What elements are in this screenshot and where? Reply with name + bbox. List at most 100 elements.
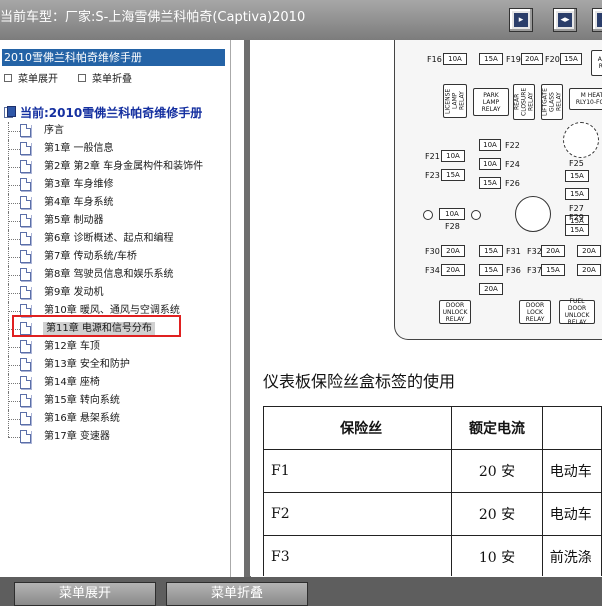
- fuse: 15A: [441, 169, 465, 181]
- document-icon: [20, 430, 31, 443]
- tree-connector: [8, 365, 20, 366]
- tree-item[interactable]: 第1章 一般信息: [0, 140, 230, 158]
- tree-connector: [8, 311, 20, 312]
- fuse: 15A: [565, 188, 589, 200]
- rating-cell: 10 安: [451, 535, 543, 576]
- tree-item-label: 第9章 发动机: [44, 287, 104, 298]
- door-lock-relay: DOOR LOCK RELAY: [519, 300, 551, 324]
- fuse: 10A: [439, 208, 465, 220]
- tree-item[interactable]: 第15章 转向系统: [0, 392, 230, 410]
- tree-item[interactable]: 第7章 传动系统/车桥: [0, 248, 230, 266]
- tree-item[interactable]: 第4章 车身系统: [0, 194, 230, 212]
- collapse-icon: [78, 73, 86, 82]
- fuel-door-unlock-relay: FUEL DOOR UNLOCK RELAY: [559, 298, 595, 326]
- fuse: 15A: [541, 264, 565, 276]
- tree-connector: [8, 149, 20, 150]
- tree-root[interactable]: 当前:2010雪佛兰科帕奇维修手册: [4, 104, 202, 121]
- tree-item-label: 第1章 一般信息: [44, 143, 114, 154]
- fuse-label: F26: [505, 179, 520, 188]
- tree-item-label: 第13章 安全和防护: [44, 359, 130, 370]
- fuse: 15A: [479, 53, 503, 65]
- vehicle-title: 当前车型：厂家:S-上海雪佛兰科帕奇(Captiva)2010: [0, 10, 306, 25]
- document-icon: [20, 268, 31, 281]
- column-header-usage: [541, 406, 602, 450]
- tree-item[interactable]: 第9章 发动机: [0, 284, 230, 302]
- park-lamp-relay: PARK LAMP RELAY: [473, 88, 509, 116]
- tree-item-label: 第4章 车身系统: [44, 197, 114, 208]
- tree-item[interactable]: 第17章 变速器: [0, 428, 230, 446]
- expand-all-button[interactable]: ▸: [509, 8, 533, 32]
- fuse-label: F24: [505, 160, 520, 169]
- tree-item-label: 第6章 诊断概述、起点和编程: [44, 233, 174, 244]
- tree-collapse-link[interactable]: 菜单折叠: [78, 70, 132, 85]
- tree-item[interactable]: 第8章 驾驶员信息和娱乐系统: [0, 266, 230, 284]
- tree-connector: [8, 428, 9, 437]
- usage-cell: 前洗涤: [541, 535, 602, 576]
- document-icon: [20, 250, 31, 263]
- menu-collapse-button[interactable]: 菜单折叠: [166, 582, 308, 606]
- table-header-row: 保险丝 额定电流: [262, 406, 602, 450]
- fuse-label: F16: [427, 55, 442, 64]
- collapse-all-button[interactable]: ◂▸: [553, 8, 577, 32]
- sync-button[interactable]: ◂: [592, 8, 602, 32]
- m-heat-relay: M HEAT RLY10-FCH: [569, 88, 602, 110]
- document-icon: [20, 358, 31, 371]
- tree-item[interactable]: 第5章 制动器: [0, 212, 230, 230]
- fuse-box-diagram: F16 10A 15A F19 20A F20 15A ACC RLY LICE…: [394, 40, 602, 340]
- fuse: 15A: [565, 170, 589, 182]
- tree-item-label: 第12章 车顶: [44, 341, 100, 352]
- tree-item[interactable]: 第10章 暖风、通风与空调系统: [0, 302, 230, 320]
- fuse: 20A: [541, 245, 565, 257]
- tree-item-label: 第14章 座椅: [44, 377, 100, 388]
- fuse-label: F28: [445, 222, 460, 231]
- fuse-label: F32: [527, 247, 542, 256]
- menu-expand-button[interactable]: 菜单展开: [14, 582, 156, 606]
- tree-item-label: 第5章 制动器: [44, 215, 104, 226]
- fuse: 20A: [521, 53, 543, 65]
- tree-item-label: 第11章 电源和信号分布: [43, 322, 155, 336]
- sync-toc-icon: ◂: [597, 13, 602, 27]
- fuse: 20A: [479, 283, 503, 295]
- tree-connector: [8, 401, 20, 402]
- tree-item[interactable]: 第13章 安全和防护: [0, 356, 230, 374]
- liftgate-glass-relay: LIFTGATE GLASS RELAY: [541, 84, 563, 120]
- tree-item[interactable]: 第11章 电源和信号分布: [0, 320, 230, 338]
- document-icon: [20, 322, 31, 335]
- tree-item-label: 第10章 暖风、通风与空调系统: [44, 305, 180, 316]
- tree-item-label: 第8章 驾驶员信息和娱乐系统: [44, 269, 174, 280]
- tree-item-label: 序言: [44, 125, 64, 136]
- tree-item[interactable]: 第14章 座椅: [0, 374, 230, 392]
- tree-item-label: 第17章 变速器: [44, 431, 110, 442]
- tree-item[interactable]: 序言: [0, 122, 230, 140]
- fuse-label: F31: [506, 247, 521, 256]
- tree-item[interactable]: 第12章 车顶: [0, 338, 230, 356]
- document-icon: [20, 376, 31, 389]
- document-icon: [20, 340, 31, 353]
- tree-item[interactable]: 第16章 悬架系统: [0, 410, 230, 428]
- fuse-label: F30: [425, 247, 440, 256]
- manual-title[interactable]: 2010雪佛兰科帕奇维修手册: [2, 49, 225, 66]
- content-pane: F16 10A 15A F19 20A F20 15A ACC RLY LICE…: [250, 40, 602, 576]
- document-icon: [20, 412, 31, 425]
- tree-connector: [8, 131, 20, 132]
- tree-item[interactable]: 第2章 第2章 车身金属构件和装饰件: [0, 158, 230, 176]
- connector-terminal: [423, 210, 433, 220]
- document-icon: [20, 160, 31, 173]
- rating-cell: 20 安: [451, 449, 543, 493]
- fuse: 15A: [479, 177, 501, 189]
- tree-expand-label: 菜单展开: [18, 74, 58, 85]
- tree-item[interactable]: 第3章 车身维修: [0, 176, 230, 194]
- gear-icon: [563, 122, 599, 158]
- tree-connector: [8, 221, 20, 222]
- tree-connector: [8, 293, 20, 294]
- tree-item[interactable]: 第6章 诊断概述、起点和编程: [0, 230, 230, 248]
- fuse-label: F27: [569, 204, 584, 213]
- fuse: 15A: [479, 245, 503, 257]
- document-icon: [20, 178, 31, 191]
- tree-expand-link[interactable]: 菜单展开: [4, 70, 58, 85]
- document-icon: [20, 124, 31, 137]
- fuse-cell: F2: [262, 492, 453, 536]
- pane-splitter[interactable]: [230, 40, 251, 580]
- tree-root-label: 当前:2010雪佛兰科帕奇维修手册: [20, 106, 203, 120]
- fuse-label: F37: [527, 266, 542, 275]
